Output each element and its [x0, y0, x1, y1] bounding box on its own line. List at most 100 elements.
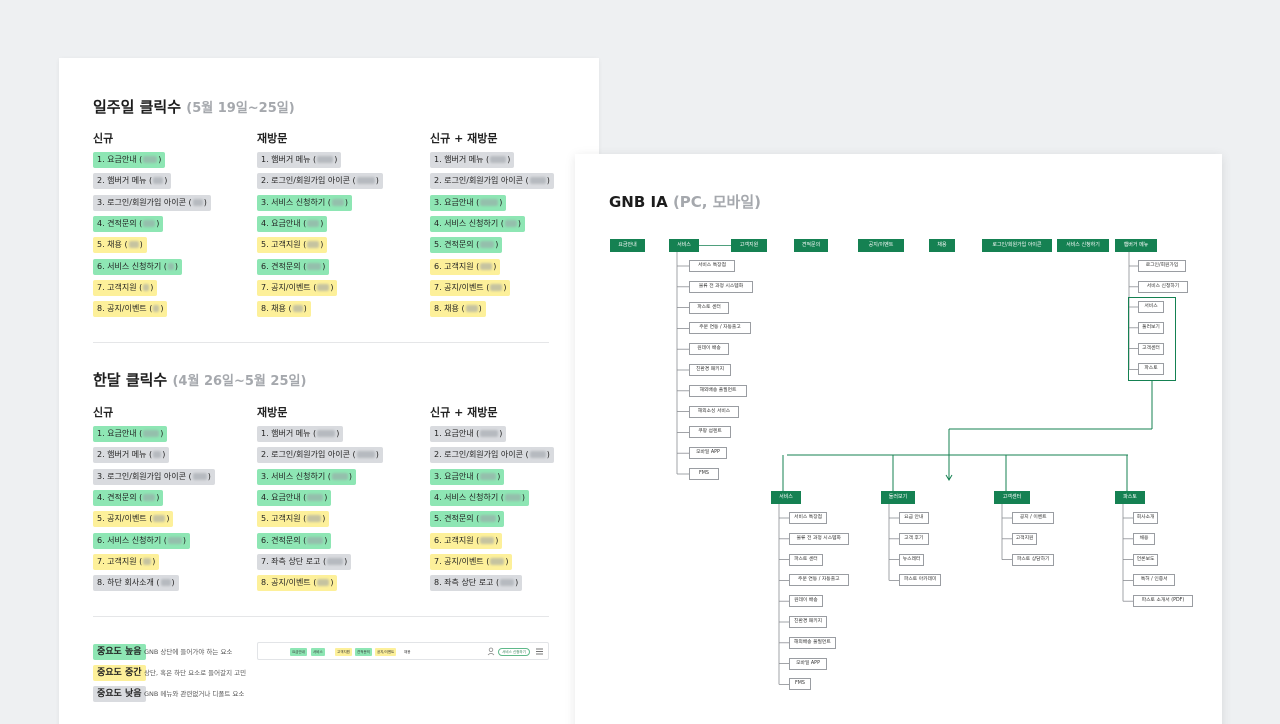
- rank-label: 5. 견적문의 (: [434, 240, 480, 250]
- gnb-preview-item: 요금안내: [290, 648, 307, 656]
- rank-item: 5. 고객지원 (): [257, 237, 328, 254]
- rank-item: 7. 고객지원 (): [93, 553, 160, 570]
- divider: [93, 342, 549, 343]
- redacted-count: [143, 557, 152, 565]
- rank-label: 5. 고객지원 (: [261, 514, 307, 524]
- rank-item: 6. 고객지원 (): [430, 258, 501, 275]
- redacted-count: [317, 430, 336, 437]
- rank-close-paren: ): [546, 450, 550, 460]
- rank-close-paren: ): [497, 514, 501, 524]
- rank-label: 8. 공지/이벤트 (: [97, 304, 153, 314]
- ia-subtree-child: 채용: [1133, 532, 1155, 545]
- redacted-count: [317, 579, 330, 587]
- ia-service-child: 서비스 특장점: [689, 260, 735, 272]
- ia-subtree-child: 고객지원: [1012, 532, 1038, 545]
- rank-close-paren: ): [320, 240, 324, 250]
- rank-item: 8. 하단 회사소개 (): [93, 575, 179, 592]
- rank-item: 1. 요금안내 (): [430, 426, 507, 442]
- ia-hamburger-child: 서비스 신청하기: [1138, 280, 1188, 293]
- legend-badge: 중요도 낮음: [93, 686, 146, 702]
- rank-close-paren: ): [546, 176, 550, 186]
- ia-subtree-child: 서비스 특장점: [789, 512, 828, 524]
- ia-service-child: 해외배송 풀필먼트: [689, 384, 747, 397]
- redacted-count: [331, 198, 344, 206]
- ia-subtree-title: 둘러보기: [881, 491, 915, 504]
- rank-close-paren: ): [182, 535, 187, 545]
- rank-label: 1. 요금안내 (: [97, 155, 143, 164]
- rank-item: 8. 채용 (): [430, 301, 486, 318]
- redacted-count: [153, 515, 166, 523]
- rank-label: 2. 로그인/회원가입 아이콘 (: [261, 450, 356, 460]
- redacted-count: [490, 156, 507, 163]
- rank-item: 3. 로그인/회원가입 아이콘 (): [93, 468, 215, 485]
- legend-badge: 중요도 높음: [93, 644, 146, 660]
- ia-top-nav-item: 로그인/회원가입 아이콘: [982, 239, 1052, 252]
- rank-item: 2. 로그인/회원가입 아이콘 (): [430, 447, 554, 464]
- rank-item: 3. 요금안내 (): [430, 194, 507, 211]
- rank-item: 7. 고객지원 (): [93, 279, 158, 296]
- rank-label: 4. 서비스 신청하기 (: [434, 218, 504, 228]
- legend-description: 상단, 혹은 하단 요소로 들어갈지 고민: [144, 669, 247, 677]
- rank-label: 4. 서비스 신청하기 (: [434, 492, 504, 502]
- monthly-title: 한달 클릭수 (4월 26일~5월 25일): [93, 369, 306, 390]
- rank-close-paren: ): [348, 471, 353, 481]
- rank-item: 8. 공지/이벤트 (): [257, 575, 338, 592]
- rank-label: 1. 요금안내 (: [97, 429, 143, 438]
- redacted-count: [480, 241, 495, 249]
- rank-item: 4. 서비스 신청하기 (): [430, 215, 526, 232]
- rank-close-paren: ): [139, 240, 143, 250]
- monthly-title-text: 한달 클릭수: [93, 371, 168, 389]
- ia-service-child: 파스토 센터: [689, 301, 729, 314]
- rank-label: 5. 견적문의 (: [434, 514, 480, 524]
- redacted-count: [292, 305, 303, 313]
- rank-item: 8. 채용 (): [257, 301, 311, 318]
- rank-label: 2. 로그인/회원가입 아이콘 (: [261, 176, 356, 186]
- ia-subtree-title: 서비스: [771, 491, 801, 504]
- column-header: 신규: [93, 132, 114, 145]
- ia-hamburger-child: 로그인/회원가입: [1138, 260, 1186, 272]
- gnb-ia-card: GNB IA (PC, 모바일) 요금안내 서비스 고객지원 견적문의 공지/이벤트 채용…: [575, 154, 1222, 724]
- rank-label: 1. 햄버거 메뉴 (: [434, 155, 490, 164]
- rank-item: 5. 견적문의 (): [430, 237, 503, 254]
- rank-item: 2. 로그인/회원가입 아이콘 (): [257, 447, 383, 464]
- rank-label: 6. 고객지원 (: [434, 261, 480, 271]
- ia-subtree-child: 요금 안내: [899, 512, 929, 524]
- rank-item: 1. 햄버거 메뉴 (): [257, 152, 342, 168]
- rank-close-paren: ): [336, 429, 340, 438]
- rank-close-paren: ): [375, 450, 379, 460]
- rank-item: 4. 견적문의 (): [93, 489, 164, 506]
- divider: [93, 616, 549, 617]
- rank-close-paren: ): [322, 261, 326, 271]
- rank-close-paren: ): [303, 304, 307, 314]
- column-header: 신규 + 재방문: [430, 132, 498, 145]
- rank-close-paren: ): [495, 240, 499, 250]
- ia-top-nav-item: 고객지원: [731, 239, 767, 252]
- ia-hamburger-group-item: 서비스: [1138, 301, 1164, 313]
- rank-close-paren: ): [162, 450, 166, 460]
- ia-service-child: 해외소싱 서비스: [689, 405, 739, 418]
- rank-label: 3. 서비스 신청하기 (: [261, 197, 331, 207]
- rank-close-paren: ): [334, 155, 338, 164]
- rank-label: 6. 견적문의 (: [261, 535, 307, 545]
- rank-close-paren: ): [505, 556, 509, 566]
- redacted-count: [153, 451, 162, 459]
- rank-label: 6. 고객지원 (: [434, 535, 480, 545]
- rank-close-paren: ): [330, 282, 334, 292]
- rank-item: 3. 서비스 신청하기 (): [257, 194, 353, 211]
- rank-item: 6. 견적문의 (): [257, 532, 332, 549]
- rank-item: 4. 요금안내 (): [257, 215, 328, 232]
- redacted-count: [307, 536, 324, 544]
- redacted-count: [490, 557, 505, 565]
- ia-subtree-child: 파스토 센터: [789, 553, 823, 566]
- rank-item: 5. 공지/이벤트 (): [93, 511, 174, 528]
- rank-close-paren: ): [158, 155, 162, 164]
- rank-label: 4. 요금안내 (: [261, 492, 307, 502]
- ia-service-child: 물류 전 과정 시스템화: [689, 280, 753, 293]
- rank-close-paren: ): [207, 471, 211, 481]
- weekly-range: (5월 19일~25일): [186, 101, 295, 116]
- rank-label: 1. 햄버거 메뉴 (: [261, 429, 317, 438]
- click-stats-card: 일주일 클릭수 (5월 19일~25일) 신규 1. 요금안내 () 2. 햄버거 …: [59, 58, 599, 724]
- redacted-count: [307, 262, 322, 270]
- rank-item: 5. 견적문의 (): [430, 511, 505, 528]
- rank-close-paren: ): [330, 578, 334, 588]
